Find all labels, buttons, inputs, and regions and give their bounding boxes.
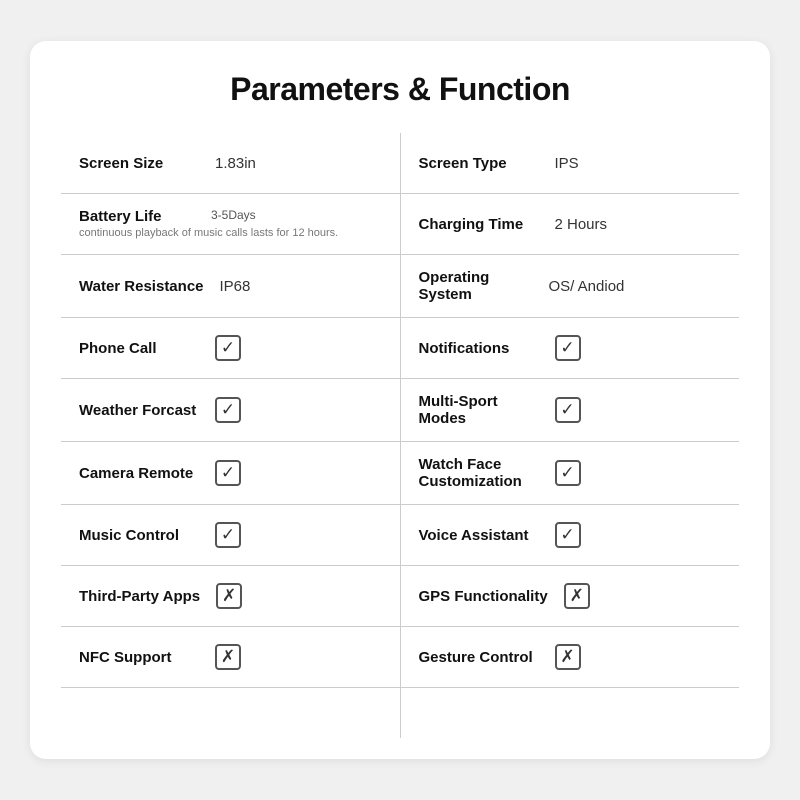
main-container: Parameters & Function Screen Size1.83inS… [30,41,770,759]
cell-left-5: Camera Remote ✓ [61,442,401,505]
cell-left-2: Water Resistance IP68 [61,255,401,318]
cell-value: IPS [555,155,579,172]
table-row: Weather Forcast ✓ Multi-Sport Modes ✓ [61,379,740,442]
feature-label: Camera Remote [79,465,199,482]
feature-checkbox: ✓ [555,522,581,548]
feature-label: Music Control [79,527,199,544]
cell-right-4: Multi-Sport Modes ✓ [400,379,740,442]
feature-label: GPS Functionality [419,588,548,605]
feature-checkbox: ✓ [215,335,241,361]
table-row: Screen Size 1.83in Screen Type IPS [61,133,740,194]
feature-label: Notifications [419,340,539,357]
cell-left-9 [61,688,401,739]
battery-sub: continuous playback of music calls lasts… [79,227,338,239]
table-row: Battery Life 3-5Days continuous playback o… [61,194,740,255]
cell-value: 1.83in [215,155,256,172]
feature-checkbox: ✓ [555,397,581,423]
cell-right-7: GPS Functionality ✗ [400,566,740,627]
x-icon: ✗ [570,586,584,606]
cell-left-7: Third-Party Apps ✗ [61,566,401,627]
cell-right-9 [400,688,740,739]
feature-checkbox: ✗ [555,644,581,670]
table-row: Music Control ✓ Voice Assistant ✓ [61,505,740,566]
cell-right-1: Charging Time 2 Hours [400,194,740,255]
x-icon: ✗ [560,647,574,667]
checkmark-icon: ✓ [560,400,574,420]
os-label: Operating System [419,269,539,303]
cell-label: Screen Type [419,155,539,172]
cell-right-0: Screen Type IPS [400,133,740,194]
feature-checkbox: ✓ [215,522,241,548]
checkmark-icon: ✓ [560,338,574,358]
feature-label: Phone Call [79,340,199,357]
table-row: Third-Party Apps ✗ GPS Functionality ✗ [61,566,740,627]
cell-right-5: Watch Face Customization ✓ [400,442,740,505]
checkmark-icon: ✓ [221,525,235,545]
cell-left-4: Weather Forcast ✓ [61,379,401,442]
cell-label: Water Resistance [79,278,204,295]
table-row: Water Resistance IP68 Operating System OS/ … [61,255,740,318]
feature-checkbox: ✓ [215,397,241,423]
feature-checkbox: ✓ [555,335,581,361]
battery-days: 3-5Days [211,208,256,222]
cell-right-8: Gesture Control ✗ [400,627,740,688]
cell-left-6: Music Control ✓ [61,505,401,566]
cell-right-3: Notifications ✓ [400,318,740,379]
feature-checkbox: ✗ [216,583,242,609]
feature-label: Multi-Sport Modes [419,393,539,427]
cell-left-0: Screen Size 1.83in [61,133,401,194]
params-table: Screen Size 1.83in Screen Type IPS Battery L… [60,132,740,739]
feature-label: Watch Face Customization [419,456,539,490]
table-row [61,688,740,739]
checkmark-icon: ✓ [560,463,574,483]
feature-label: Third-Party Apps [79,588,200,605]
cell-left-8: NFC Support ✗ [61,627,401,688]
checkmark-icon: ✓ [221,400,235,420]
feature-checkbox: ✗ [215,644,241,670]
feature-checkbox: ✗ [564,583,590,609]
checkmark-icon: ✓ [221,338,235,358]
feature-checkbox: ✓ [555,460,581,486]
cell-label: Screen Size [79,155,199,172]
table-row: Camera Remote ✓ Watch Face Customization ✓ [61,442,740,505]
feature-label: NFC Support [79,649,199,666]
page-title: Parameters & Function [60,71,740,108]
checkmark-icon: ✓ [221,463,235,483]
table-row: Phone Call ✓ Notifications ✓ [61,318,740,379]
feature-label: Voice Assistant [419,527,539,544]
feature-checkbox: ✓ [215,460,241,486]
os-value: OS/ Andiod [549,278,625,295]
cell-value: IP68 [220,278,251,295]
x-icon: ✗ [221,647,235,667]
feature-label: Gesture Control [419,649,539,666]
cell-left-1: Battery Life 3-5Days continuous playback o… [61,194,401,255]
cell-right-6: Voice Assistant ✓ [400,505,740,566]
battery-label: Battery Life [79,208,199,225]
checkmark-icon: ✓ [560,525,574,545]
cell-left-3: Phone Call ✓ [61,318,401,379]
table-row: NFC Support ✗ Gesture Control ✗ [61,627,740,688]
cell-right-2: Operating System OS/ Andiod [400,255,740,318]
cell-label: Charging Time [419,216,539,233]
x-icon: ✗ [222,586,236,606]
feature-label: Weather Forcast [79,402,199,419]
cell-value: 2 Hours [555,216,608,233]
